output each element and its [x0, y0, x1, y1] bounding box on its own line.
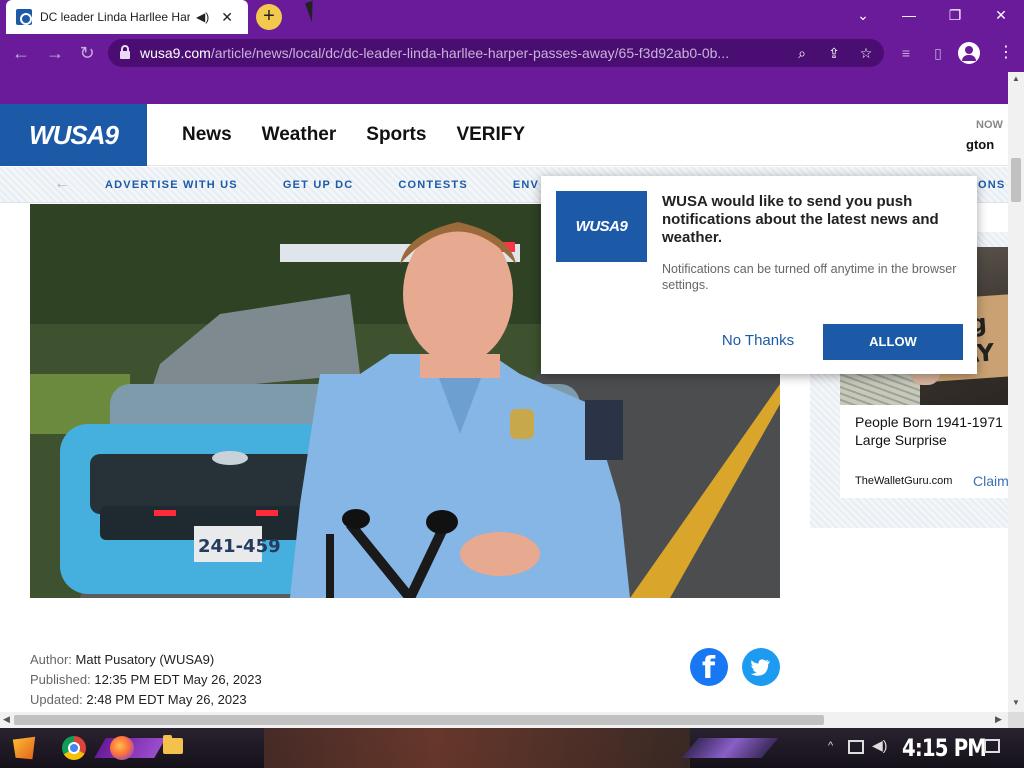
share-icon[interactable]: ⇪: [824, 43, 844, 63]
horizontal-scroll-thumb[interactable]: [14, 715, 824, 725]
main-nav: News Weather Sports VERIFY: [182, 124, 525, 146]
ad-headline[interactable]: People Born 1941-1971 Large Surprise: [855, 413, 1008, 449]
author-name[interactable]: Matt Pusatory (WUSA9): [76, 652, 215, 667]
twitter-share-icon[interactable]: [742, 648, 780, 686]
start-menu-icon[interactable]: [12, 736, 36, 760]
tab-close-icon[interactable]: ✕: [221, 9, 233, 26]
site-favicon-icon: [16, 9, 32, 25]
push-notification-dialog: WUSA9 WUSA would like to send you push n…: [541, 176, 977, 374]
ad-claim-link[interactable]: Claim: [973, 473, 1008, 489]
media-control-icon[interactable]: ≡: [896, 43, 916, 63]
ad-source: TheWalletGuru.com: [855, 475, 953, 487]
byline-updated: Updated: 2:48 PM EDT May 26, 2023: [30, 690, 262, 710]
tab-title: DC leader Linda Harllee Harper passes aw…: [40, 10, 190, 24]
header-live-now-label[interactable]: NOW: [976, 119, 1003, 131]
twitter-bird-icon: [750, 659, 770, 676]
taskbar-wallpaper-area: [264, 728, 690, 768]
site-header: WUSA9 News Weather Sports VERIFY NOW gto…: [0, 104, 1008, 166]
tray-expand-icon[interactable]: ^: [828, 740, 833, 752]
vertical-scrollbar[interactable]: ▲ ▼: [1008, 72, 1024, 712]
address-bar[interactable]: wusa9.com /article/news/local/dc/dc-lead…: [108, 39, 884, 67]
action-center-icon[interactable]: [984, 739, 1000, 753]
byline-author: Author: Matt Pusatory (WUSA9): [30, 650, 262, 670]
back-arrow-icon[interactable]: ←: [10, 42, 32, 64]
horizontal-scrollbar[interactable]: ◀ ▶: [0, 712, 1008, 728]
notification-logo: WUSA9: [556, 191, 647, 262]
forward-arrow-icon[interactable]: →: [44, 42, 66, 64]
browser-tab-active[interactable]: DC leader Linda Harllee Harper passes aw…: [6, 0, 248, 34]
header-location-label[interactable]: gton: [966, 137, 994, 152]
chrome-taskbar-icon[interactable]: [62, 736, 86, 760]
scroll-down-arrow-icon[interactable]: ▼: [1012, 698, 1020, 707]
ad-headline-line-2: Large Surprise: [855, 432, 947, 448]
search-icon[interactable]: ⌕: [792, 43, 812, 63]
scroll-left-arrow-icon[interactable]: ◀: [3, 714, 10, 725]
notification-title: WUSA would like to send you push notific…: [662, 193, 939, 246]
taskbar-clock[interactable]: 4:15 PM: [902, 734, 987, 762]
no-thanks-button[interactable]: No Thanks: [713, 329, 803, 353]
scroll-right-arrow-icon[interactable]: ▶: [995, 714, 1002, 725]
notification-logo-text: WUSA9: [575, 218, 628, 235]
firefox-taskbar-icon[interactable]: [110, 736, 134, 760]
ad-headline-line-1: People Born 1941-1971: [855, 414, 1003, 430]
os-taskbar: ^ ◀) 4:15 PM: [0, 728, 1024, 768]
tab-audio-icon[interactable]: ◀): [196, 10, 209, 24]
nav-sports[interactable]: Sports: [366, 124, 426, 146]
sub-nav-contests[interactable]: CONTESTS: [398, 179, 468, 191]
sub-nav-env[interactable]: ENV: [513, 179, 539, 191]
web-page: WUSA9 News Weather Sports VERIFY NOW gto…: [0, 72, 1008, 712]
facebook-share-icon[interactable]: [690, 648, 728, 686]
window-controls: ⌄ — ❐ ✕: [840, 0, 1024, 34]
nav-news[interactable]: News: [182, 124, 232, 146]
minimize-button[interactable]: —: [886, 0, 932, 30]
browser-toolbar: ← → ↻ wusa9.com /article/news/local/dc/d…: [0, 34, 1024, 72]
side-panel-icon[interactable]: ▯: [928, 43, 948, 63]
reload-icon[interactable]: ↻: [76, 42, 98, 64]
new-tab-button[interactable]: +: [256, 4, 282, 30]
updated-time: 2:48 PM EDT May 26, 2023: [86, 692, 247, 707]
allow-button[interactable]: ALLOW: [823, 324, 963, 360]
notification-subtitle: Notifications can be turned off anytime …: [662, 262, 957, 292]
author-label: Author:: [30, 652, 72, 667]
restore-button[interactable]: ❐: [932, 0, 978, 30]
logo-text: WUSA9: [29, 119, 119, 150]
sub-nav-left-arrow-icon[interactable]: ←: [54, 175, 70, 193]
top-ad-band: [0, 72, 1008, 104]
updated-label: Updated:: [30, 692, 83, 707]
article-byline: Author: Matt Pusatory (WUSA9) Published:…: [30, 650, 262, 710]
sub-nav-items: ADVERTISE WITH US GET UP DC CONTESTS ENV: [105, 179, 539, 191]
bookmark-star-icon[interactable]: ☆: [856, 43, 876, 63]
mouse-cursor-icon: [305, 0, 327, 23]
scrollbar-corner: [1008, 712, 1024, 728]
network-icon[interactable]: [848, 740, 864, 754]
sub-nav-item-partial[interactable]: ONS: [978, 179, 1005, 191]
published-time: 12:35 PM EDT May 26, 2023: [94, 672, 262, 687]
url-host: wusa9.com: [140, 45, 211, 61]
volume-icon[interactable]: ◀): [872, 737, 887, 754]
scroll-up-arrow-icon[interactable]: ▲: [1012, 74, 1020, 83]
browser-menu-icon[interactable]: ⋮: [998, 43, 1014, 63]
sub-nav-advertise[interactable]: ADVERTISE WITH US: [105, 179, 238, 191]
close-window-button[interactable]: ✕: [978, 0, 1024, 30]
browser-titlebar: DC leader Linda Harllee Harper passes aw…: [0, 0, 1024, 34]
wusa9-logo[interactable]: WUSA9: [0, 104, 147, 166]
license-plate-text: 241-459: [198, 536, 281, 557]
file-explorer-icon[interactable]: [163, 735, 183, 754]
published-label: Published:: [30, 672, 91, 687]
byline-published: Published: 12:35 PM EDT May 26, 2023: [30, 670, 262, 690]
nav-weather[interactable]: Weather: [262, 124, 337, 146]
nav-verify[interactable]: VERIFY: [456, 124, 525, 146]
profile-avatar-icon[interactable]: [958, 42, 980, 64]
sub-nav-get-up-dc[interactable]: GET UP DC: [283, 179, 354, 191]
taskbar-decoration: [681, 738, 779, 758]
lock-icon[interactable]: [120, 45, 130, 59]
url-path: /article/news/local/dc/dc-leader-linda-h…: [210, 45, 730, 61]
vertical-scroll-thumb[interactable]: [1011, 158, 1021, 202]
tab-search-icon[interactable]: ⌄: [840, 0, 886, 30]
